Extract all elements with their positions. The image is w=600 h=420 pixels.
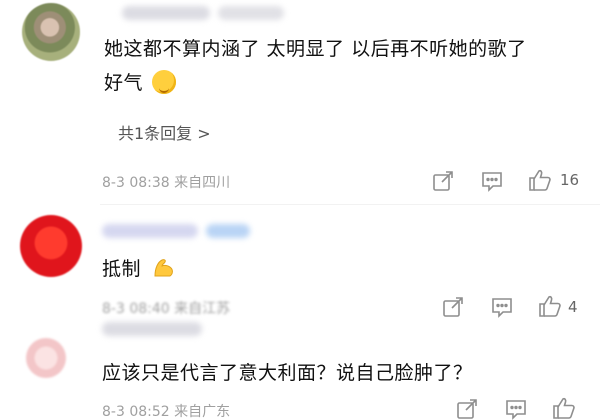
view-replies-link[interactable]: 共1条回复 > <box>118 120 211 144</box>
username-suffix-blurred <box>218 6 284 20</box>
comment-icon[interactable] <box>481 170 503 192</box>
comment-text: 应该只是代言了意大利面？说自己脸肿了？ <box>102 362 473 384</box>
user-avatar[interactable] <box>26 338 66 378</box>
thumbs-up-icon[interactable] <box>528 168 552 192</box>
comment-text-line2: 好气 <box>104 72 144 94</box>
username-blurred[interactable] <box>122 6 210 20</box>
comment-meta: 8-3 08:38 来自四川 <box>102 175 231 191</box>
share-icon[interactable] <box>442 296 464 318</box>
username-blurred[interactable] <box>102 322 202 336</box>
share-icon[interactable] <box>456 398 478 420</box>
thumbs-up-icon[interactable] <box>552 396 576 420</box>
comment-meta: 8-3 08:40 来自江苏 <box>102 301 231 317</box>
comment-icon[interactable] <box>491 296 513 318</box>
user-avatar[interactable] <box>20 215 82 277</box>
username-blurred[interactable] <box>102 224 198 238</box>
user-badge-blurred <box>206 224 250 238</box>
comment-icon[interactable] <box>505 398 527 420</box>
comment-text: 抵制 <box>102 258 142 280</box>
flexed-biceps-emoji-icon <box>154 259 173 277</box>
thumbs-up-icon[interactable] <box>538 294 562 318</box>
comment-text: 她这都不算内涵了 太明显了 以后再不听她的歌了 <box>104 38 527 60</box>
smiling-face-emoji-icon <box>152 70 176 94</box>
comment-meta: 8-3 08:52 来自广东 <box>102 404 231 420</box>
like-count: 4 <box>568 298 578 316</box>
user-avatar[interactable] <box>22 3 80 61</box>
like-count: 16 <box>560 171 580 189</box>
share-icon[interactable] <box>432 170 454 192</box>
comment-list: 她这都不算内涵了 太明显了 以后再不听她的歌了 好气 共1条回复 > 8-3 0… <box>0 0 600 420</box>
divider <box>100 204 600 205</box>
